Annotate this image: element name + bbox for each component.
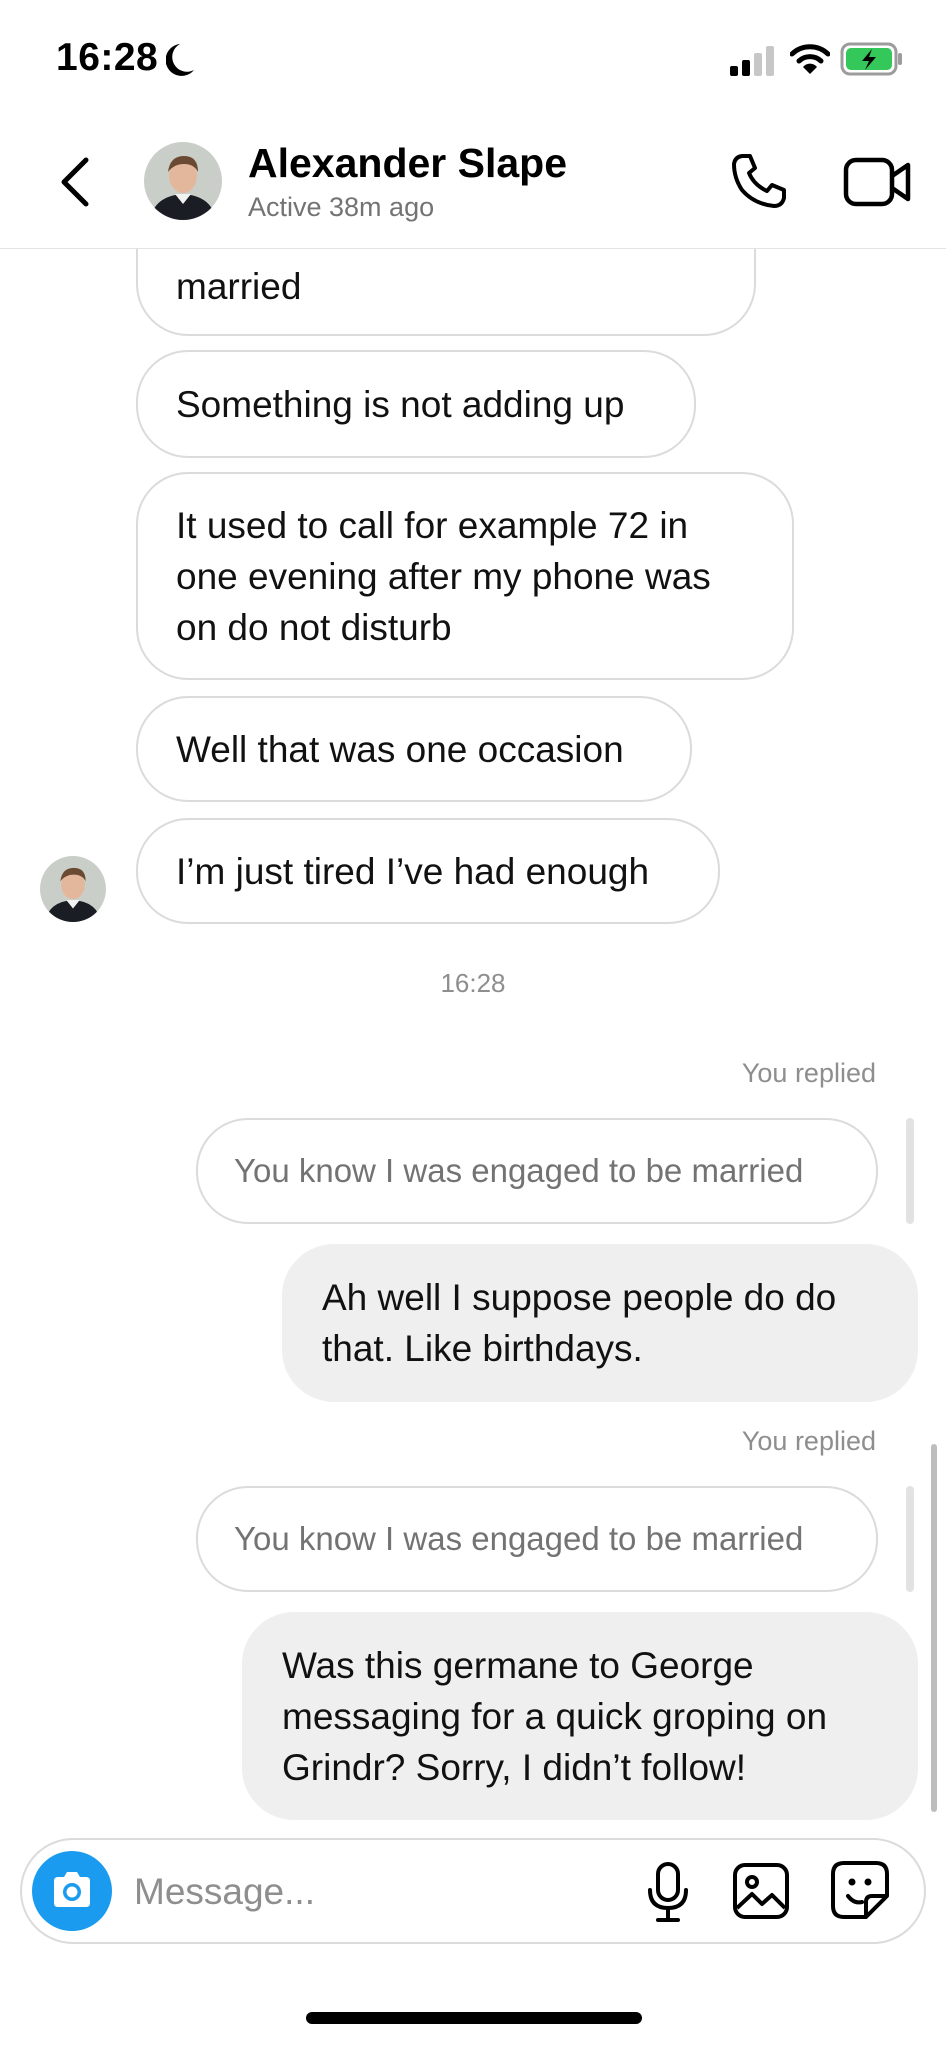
contact-name[interactable]: Alexander Slape: [248, 140, 567, 187]
camera-button[interactable]: [32, 1851, 112, 1931]
message-text: married: [176, 266, 302, 307]
battery-charging-icon: [840, 42, 902, 76]
back-chevron-icon[interactable]: [56, 152, 96, 212]
contact-active-status: Active 38m ago: [248, 192, 435, 222]
phone-call-icon[interactable]: [728, 150, 790, 212]
message-input[interactable]: [134, 1862, 604, 1922]
quote-bar: [906, 1118, 914, 1224]
video-call-icon[interactable]: [842, 152, 914, 212]
message-text: Was this germane to George messaging for…: [282, 1645, 828, 1788]
scrollbar[interactable]: [931, 1444, 937, 1812]
quoted-message[interactable]: You know I was engaged to be married: [196, 1486, 878, 1592]
received-message[interactable]: It used to call for example 72 in one ev…: [136, 472, 794, 680]
you-replied-label: You replied: [741, 1426, 876, 1456]
message-timestamp: 16:28: [440, 968, 506, 998]
received-message[interactable]: I’m just tired I’ve had enough: [136, 818, 720, 924]
sender-avatar[interactable]: [40, 856, 106, 922]
quoted-text: You know I was engaged to be married: [234, 1152, 804, 1189]
contact-avatar[interactable]: [144, 142, 222, 220]
microphone-icon[interactable]: [644, 1860, 692, 1924]
moon-icon: [166, 44, 194, 76]
sent-message[interactable]: Was this germane to George messaging for…: [242, 1612, 918, 1820]
status-time: 16:28: [56, 36, 159, 79]
gallery-icon[interactable]: [732, 1862, 790, 1920]
quoted-text: You know I was engaged to be married: [234, 1520, 804, 1557]
received-message[interactable]: Well that was one occasion: [136, 696, 692, 802]
sticker-icon[interactable]: [830, 1860, 890, 1920]
message-text: Something is not adding up: [176, 384, 625, 425]
quote-bar: [906, 1486, 914, 1592]
wifi-icon: [790, 44, 830, 74]
message-text: I’m just tired I’ve had enough: [176, 851, 650, 892]
message-text: Well that was one occasion: [176, 729, 624, 770]
quoted-message[interactable]: You know I was engaged to be married: [196, 1118, 878, 1224]
sent-message[interactable]: Ah well I suppose people do do that. Lik…: [282, 1244, 918, 1402]
camera-icon: [54, 1872, 90, 1907]
home-indicator: [306, 2012, 642, 2024]
you-replied-label: You replied: [741, 1058, 876, 1088]
signal-icon: [730, 46, 774, 76]
received-message[interactable]: Something is not adding up: [136, 350, 696, 458]
message-text: It used to call for example 72 in one ev…: [176, 505, 711, 648]
message-text: Ah well I suppose people do do that. Lik…: [322, 1277, 837, 1369]
